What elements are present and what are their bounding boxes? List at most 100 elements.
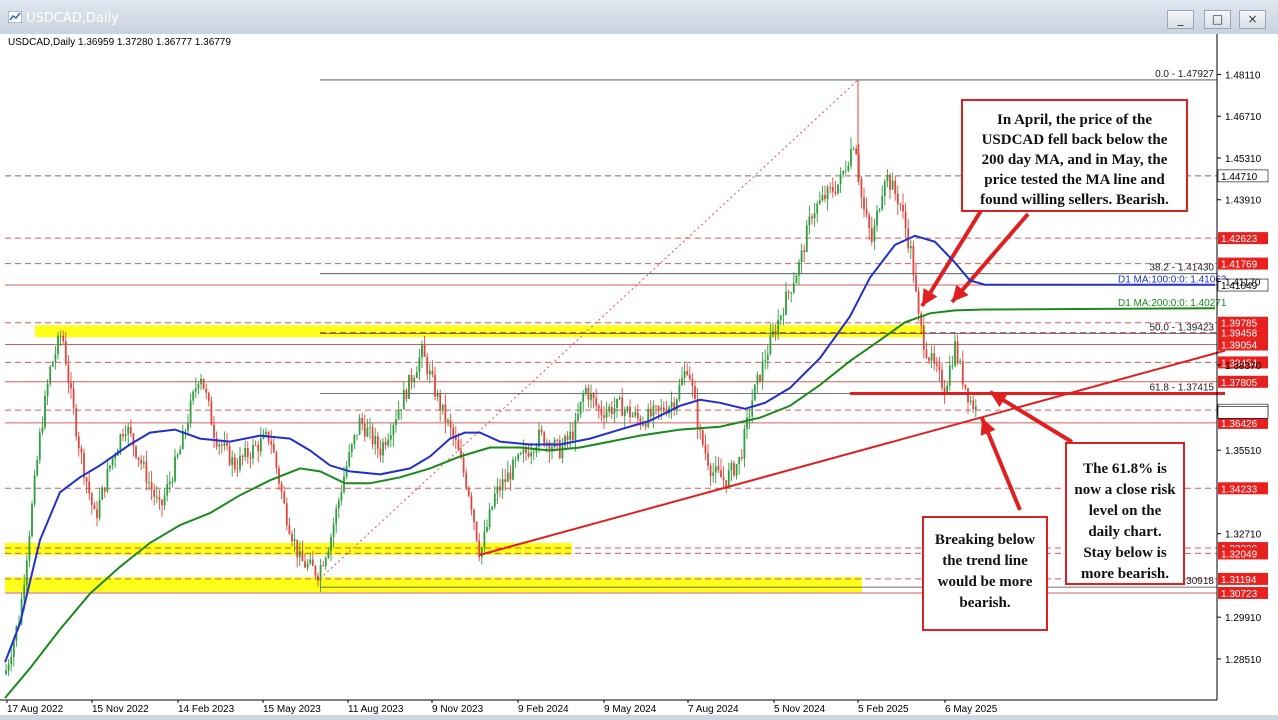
candle-body	[265, 431, 267, 435]
candle-body	[374, 436, 377, 445]
candle-body	[889, 175, 891, 190]
candle-body	[769, 335, 772, 355]
candle-body	[556, 439, 559, 441]
candle-body	[23, 584, 26, 600]
candle-body	[304, 561, 306, 568]
candle-body	[925, 349, 928, 358]
candle-body	[311, 559, 314, 567]
candle-body	[205, 388, 208, 393]
candle-body	[834, 191, 837, 194]
annotation-fib-note: The 61.8% is now a close risk level on t…	[1065, 442, 1185, 585]
candle-body	[408, 374, 410, 399]
candle-body	[428, 370, 431, 375]
price-level-label-6: 1.39054	[1221, 341, 1258, 352]
candle-body	[400, 409, 403, 411]
candle-body	[509, 472, 512, 480]
fib-level-label-0: 0.0 - 1.47927	[1155, 69, 1214, 80]
candle-body	[688, 374, 691, 380]
candle-body	[514, 459, 517, 461]
close-button[interactable]: ×	[1239, 10, 1266, 29]
candle-body	[239, 455, 241, 470]
candle-body	[161, 499, 163, 506]
candle-body	[77, 436, 80, 449]
candle-body	[707, 453, 709, 466]
candle-body	[59, 335, 62, 337]
candle-body	[839, 174, 842, 185]
candle-body	[829, 187, 832, 188]
candle-body	[821, 195, 824, 201]
candle-body	[597, 405, 600, 409]
candle-body	[72, 388, 75, 408]
y-tick-label-9: 1.28510	[1225, 655, 1262, 666]
restore-button[interactable]: □	[1204, 10, 1231, 29]
x-tick-label-11: 6 May 2025	[945, 704, 998, 715]
candle-body	[483, 531, 486, 548]
candle-body	[384, 442, 387, 446]
candle-body	[816, 203, 819, 214]
candle-body	[894, 180, 897, 194]
candle-body	[36, 459, 39, 476]
candle-body	[465, 472, 468, 488]
candle-body	[873, 225, 876, 242]
candle-body	[751, 400, 754, 417]
symbol-header: USDCAD,Daily 1.36959 1.37280 1.36777 1.3…	[8, 37, 231, 48]
y-tick-label-8: 1.29910	[1225, 613, 1262, 624]
window-title: USDCAD,Daily	[26, 11, 119, 26]
candle-body	[577, 413, 579, 421]
candle-body	[772, 331, 774, 336]
candle-body	[163, 495, 166, 506]
candle-body	[964, 384, 967, 389]
candle-body	[176, 454, 179, 457]
candle-body	[532, 451, 535, 453]
candle-body	[618, 397, 621, 399]
price-level-label-11: 1.34233	[1221, 484, 1258, 495]
candle-body	[530, 452, 533, 457]
candle-body	[137, 457, 140, 460]
candle-body	[392, 425, 395, 436]
candle-body	[343, 476, 345, 493]
candle-body	[582, 393, 585, 402]
fib-level-label-2: 50.0 - 1.39423	[1150, 323, 1215, 334]
candle-body	[623, 409, 626, 417]
candle-body	[168, 481, 171, 485]
support-zone-2	[5, 577, 862, 593]
candle-body	[457, 439, 460, 451]
candle-body	[613, 407, 616, 415]
candle-body	[631, 415, 634, 417]
annotation-trendline-note: Breaking below the trend line would be m…	[922, 516, 1048, 631]
candle-body	[496, 486, 499, 494]
candle-body	[327, 551, 330, 558]
candle-body	[519, 453, 522, 455]
candle-body	[886, 175, 889, 182]
candle-body	[423, 344, 426, 357]
candle-body	[410, 374, 413, 383]
candle-body	[831, 187, 834, 192]
candle-body	[967, 388, 969, 403]
candle-body	[439, 393, 442, 411]
candle-body	[629, 406, 631, 417]
candle-body	[452, 427, 455, 437]
candle-body	[904, 211, 907, 229]
candle-body	[644, 423, 647, 427]
y-tick-label-1: 1.46710	[1225, 112, 1262, 123]
candle-body	[150, 482, 153, 490]
arrow-ma-test-2	[950, 212, 1030, 304]
candle-body	[246, 448, 249, 457]
minimize-button[interactable]: _	[1167, 10, 1194, 29]
candle-body	[25, 560, 28, 585]
candle-body	[259, 438, 262, 452]
candle-body	[111, 458, 114, 466]
candle-body	[818, 200, 821, 204]
candle-body	[296, 539, 299, 558]
candle-body	[340, 492, 343, 501]
candle-body	[462, 457, 465, 473]
candle-body	[194, 388, 197, 392]
candle-body	[148, 482, 150, 484]
candle-body	[418, 357, 421, 373]
y-tick-label-0: 1.48110	[1225, 71, 1261, 82]
candle-body	[691, 379, 694, 387]
candle-body	[621, 397, 624, 417]
candle-body	[959, 360, 962, 362]
candle-body	[608, 406, 611, 412]
candle-body	[244, 448, 247, 458]
